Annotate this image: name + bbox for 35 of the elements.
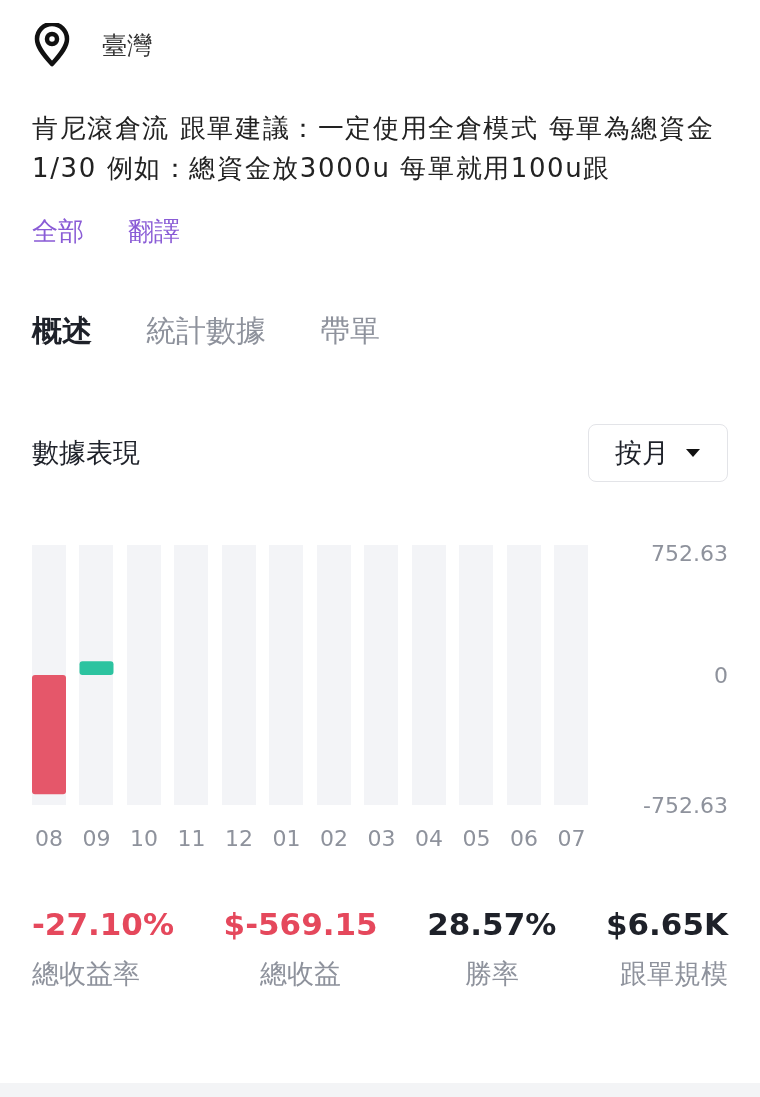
- location-text: 臺灣: [102, 29, 152, 62]
- axis-label: 06: [510, 826, 538, 851]
- stat-value: -27.10%: [32, 906, 174, 942]
- text-link[interactable]: 翻譯: [128, 214, 180, 249]
- axis-label: 752.63: [651, 541, 728, 566]
- period-dropdown[interactable]: 按月: [588, 424, 728, 482]
- axis-label: 11: [177, 826, 206, 851]
- axis-label: 03: [367, 826, 396, 851]
- section-title: 數據表現: [32, 436, 140, 470]
- stat-label: 總收益: [260, 957, 342, 991]
- tab[interactable]: 帶單: [320, 311, 380, 352]
- axis-label: 07: [557, 826, 586, 851]
- axis-label: 05: [462, 826, 491, 851]
- axis-label: 10: [130, 826, 158, 851]
- caret-icon: [685, 448, 701, 458]
- axis-label: -752.63: [643, 793, 728, 818]
- stat-label: 跟單規模: [620, 957, 728, 991]
- stat-value: 28.57%: [427, 906, 557, 942]
- bar: [79, 661, 114, 675]
- location-pin-icon: [32, 23, 72, 67]
- stat-value: $6.65K: [605, 906, 728, 942]
- stat-label: 總收益率: [32, 957, 140, 991]
- stat-label: 勝率: [464, 957, 519, 991]
- axis-label: 08: [35, 826, 63, 851]
- text-link[interactable]: 全部: [32, 214, 84, 249]
- axis-label: 0: [714, 663, 728, 688]
- axis-label: 12: [225, 826, 253, 851]
- axis-label: 01: [272, 826, 301, 851]
- axis-label: 02: [320, 826, 348, 851]
- tab[interactable]: 統計數據: [146, 311, 266, 352]
- axis-label: 09: [82, 826, 111, 851]
- description-text: 肯尼滾倉流 跟單建議：一定使用全倉模式 每單為總資金1/30 例如：總資金放3000u 每單就用100u跟: [32, 112, 716, 185]
- tab[interactable]: 概述: [32, 311, 92, 352]
- axis-label: 04: [415, 826, 443, 851]
- stat-value: $-569.15: [223, 906, 378, 942]
